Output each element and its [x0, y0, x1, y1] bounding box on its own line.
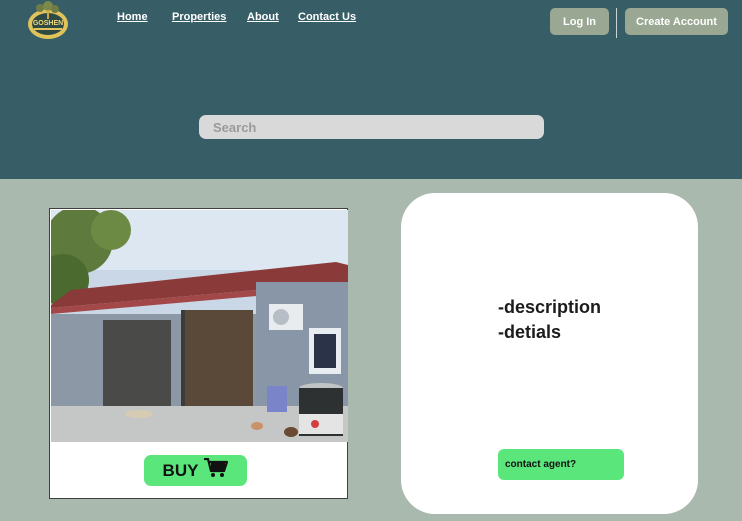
nav-home[interactable]: Home [117, 11, 148, 23]
description-line: -description [498, 297, 602, 317]
nav-properties[interactable]: Properties [172, 11, 226, 23]
buy-button[interactable]: BUY [144, 455, 247, 486]
nav-about[interactable]: About [247, 11, 279, 23]
header-divider [616, 8, 617, 38]
header-bar: GOSHEN Home Properties About Contact Us … [0, 0, 742, 179]
description-text: -description -detials [498, 295, 601, 345]
details-line: -detials [498, 322, 562, 342]
goshen-logo[interactable]: GOSHEN [24, 0, 74, 42]
property-photo [51, 210, 348, 442]
nav-contact-us[interactable]: Contact Us [298, 11, 356, 23]
buy-label: BUY [162, 460, 199, 480]
contact-agent-button[interactable]: contact agent? [498, 449, 624, 480]
details-card: -description -detials contact agent? [401, 193, 698, 514]
cart-icon [204, 457, 229, 483]
search-input[interactable]: Search [199, 115, 544, 139]
create-account-button[interactable]: Create Account [625, 8, 728, 35]
logo-text: GOSHEN [33, 20, 63, 27]
login-button[interactable]: Log In [550, 8, 609, 35]
property-card: BUY [49, 208, 348, 499]
